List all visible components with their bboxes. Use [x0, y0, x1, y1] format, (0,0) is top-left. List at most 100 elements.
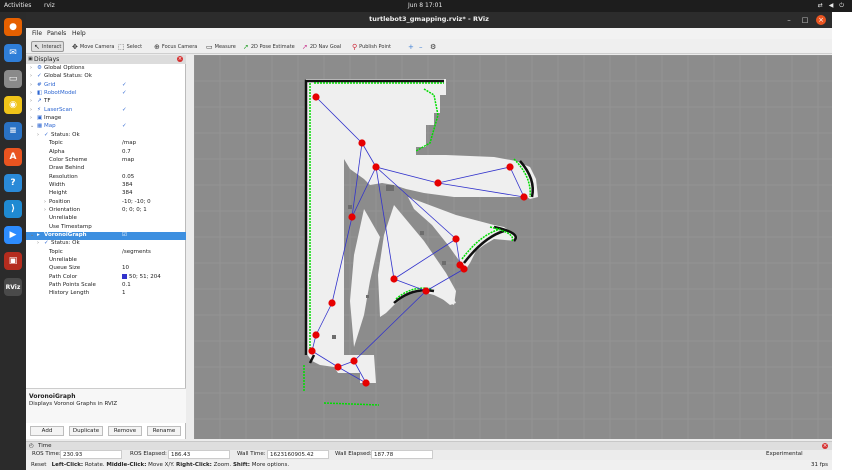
display-tree-row[interactable]: Unreliable: [26, 215, 186, 223]
system-tray[interactable]: ⇄ ◀ ⏻: [818, 2, 846, 10]
display-value[interactable]: ☑: [122, 232, 127, 238]
duplicate-display-button[interactable]: Duplicate: [69, 426, 103, 436]
display-tree-row[interactable]: Use Timestamp: [26, 224, 186, 232]
display-tree-row[interactable]: › ✓ Status: Ok: [26, 132, 186, 140]
display-value[interactable]: ✓: [122, 82, 127, 88]
expand-arrow-icon[interactable]: ›: [37, 132, 39, 138]
display-tree-row[interactable]: › # Grid ✓: [26, 82, 186, 90]
render-viewport[interactable]: [194, 55, 832, 439]
display-tree-row[interactable]: History Length 1: [26, 290, 186, 298]
display-tree-row[interactable]: Height 384: [26, 190, 186, 198]
display-tree-row[interactable]: › ✓ Global Status: Ok: [26, 73, 186, 81]
display-tree-row[interactable]: Unreliable: [26, 257, 186, 265]
expand-arrow-icon[interactable]: ›: [44, 207, 46, 213]
display-tree-row[interactable]: Path Points Scale 0.1: [26, 282, 186, 290]
expand-arrow-icon[interactable]: ›: [30, 90, 32, 96]
add-display-button[interactable]: Add: [30, 426, 64, 436]
display-value[interactable]: 0.05: [122, 174, 134, 180]
display-tree-row[interactable]: Path Color 50; 51; 204: [26, 273, 186, 282]
display-value[interactable]: ✓: [122, 90, 127, 96]
expand-arrow-icon[interactable]: ›: [30, 65, 32, 71]
display-tree-row[interactable]: › ◧ RobotModel ✓: [26, 90, 186, 98]
interact-tool[interactable]: ↖ Interact: [31, 41, 65, 52]
reset-button[interactable]: Reset: [31, 462, 46, 468]
display-value[interactable]: 50; 51; 204: [122, 273, 161, 280]
display-value[interactable]: 384: [122, 190, 133, 196]
firefox-icon[interactable]: ●: [4, 18, 22, 36]
expand-arrow-icon[interactable]: ⌄: [30, 232, 34, 238]
rviz-icon[interactable]: RViz: [4, 278, 22, 296]
display-value[interactable]: 1: [122, 290, 126, 296]
menu-file[interactable]: File: [32, 30, 42, 37]
zoom-icon[interactable]: ▶: [4, 226, 22, 244]
tool-properties-button[interactable]: ⚙: [430, 42, 436, 52]
display-value[interactable]: 0.7: [122, 149, 131, 155]
map-render[interactable]: [194, 55, 832, 439]
publish-point-tool[interactable]: ⚲ Publish Point: [352, 42, 391, 52]
menu-help[interactable]: Help: [72, 30, 86, 37]
display-value[interactable]: -10; -10; 0: [122, 199, 151, 205]
display-value[interactable]: /map: [122, 140, 136, 146]
display-tree-row[interactable]: › ↗ TF: [26, 98, 186, 106]
expand-arrow-icon[interactable]: ›: [30, 115, 32, 121]
vscode-icon[interactable]: ⟩: [4, 200, 22, 218]
display-value[interactable]: map: [122, 157, 134, 163]
files-icon[interactable]: ▭: [4, 70, 22, 88]
close-icon[interactable]: ×: [816, 15, 826, 25]
experimental-checkbox[interactable]: Experimental: [766, 451, 803, 457]
terminal-icon[interactable]: ▣: [4, 252, 22, 270]
display-tree-row[interactable]: Alpha 0.7: [26, 149, 186, 157]
mail-icon[interactable]: ✉: [4, 44, 22, 62]
expand-arrow-icon[interactable]: ›: [30, 107, 32, 113]
measure-tool[interactable]: ▭ Measure: [206, 42, 236, 52]
display-tree-row[interactable]: Draw Behind: [26, 165, 186, 173]
clock[interactable]: Jun 8 17:01: [408, 2, 442, 9]
app-menu[interactable]: rviz: [44, 2, 55, 9]
menu-panels[interactable]: Panels: [47, 30, 66, 37]
remove-tool-button[interactable]: –: [419, 42, 423, 52]
display-value[interactable]: 0; 0; 0; 1: [122, 207, 147, 213]
expand-arrow-icon[interactable]: ⌄: [30, 123, 34, 129]
close-time-panel-icon[interactable]: ×: [822, 443, 828, 449]
activities-button[interactable]: Activities: [4, 2, 31, 9]
writer-icon[interactable]: ≡: [4, 122, 22, 140]
display-value[interactable]: ✓: [122, 107, 127, 113]
display-tree-row[interactable]: › ▣ Image: [26, 115, 186, 123]
display-tree-row[interactable]: › ⚙ Global Options: [26, 65, 186, 73]
display-value[interactable]: 384: [122, 182, 133, 188]
display-tree-row[interactable]: ⌄ ▦ Map ✓: [26, 123, 186, 131]
display-value[interactable]: /segments: [122, 249, 151, 255]
display-value[interactable]: ✓: [122, 123, 127, 129]
display-value[interactable]: 10: [122, 265, 129, 271]
display-tree-row[interactable]: › ✓ Status: Ok: [26, 240, 186, 248]
rhythmbox-icon[interactable]: ◉: [4, 96, 22, 114]
expand-arrow-icon[interactable]: ›: [37, 240, 39, 246]
move-camera-tool[interactable]: ✥ Move Camera: [72, 42, 115, 52]
help-icon[interactable]: ?: [4, 174, 22, 192]
select-tool[interactable]: ⬚ Select: [118, 42, 142, 52]
expand-arrow-icon[interactable]: ›: [30, 98, 32, 104]
software-icon[interactable]: A: [4, 148, 22, 166]
display-tree-row[interactable]: Queue Size 10: [26, 265, 186, 273]
rename-display-button[interactable]: Rename: [147, 426, 181, 436]
pose-estimate-tool[interactable]: ➚ 2D Pose Estimate: [243, 42, 295, 52]
display-value[interactable]: 0.1: [122, 282, 131, 288]
display-tree-row[interactable]: Topic/map: [26, 140, 186, 148]
expand-arrow-icon[interactable]: ›: [30, 73, 32, 79]
display-tree-row[interactable]: ⌄ ▸ VoronoiGraph ☑: [26, 232, 186, 240]
minimize-icon[interactable]: –: [784, 15, 794, 25]
display-tree-row[interactable]: Color Scheme map: [26, 157, 186, 165]
display-tree-row[interactable]: Resolution 0.05: [26, 174, 186, 182]
expand-arrow-icon[interactable]: ›: [44, 199, 46, 205]
expand-arrow-icon[interactable]: ›: [30, 82, 32, 88]
focus-camera-tool[interactable]: ⊕ Focus Camera: [154, 42, 197, 52]
display-tree-row[interactable]: Width 384: [26, 182, 186, 190]
nav-goal-tool[interactable]: ➚ 2D Nav Goal: [302, 42, 341, 52]
close-panel-icon[interactable]: ×: [177, 56, 183, 62]
add-tool-button[interactable]: +: [408, 42, 414, 52]
display-tree-row[interactable]: › ⚡ LaserScan ✓: [26, 107, 186, 115]
maximize-icon[interactable]: □: [800, 15, 810, 25]
remove-display-button[interactable]: Remove: [108, 426, 142, 436]
display-tree-row[interactable]: › Position -10; -10; 0: [26, 199, 186, 207]
display-tree-row[interactable]: › Orientation 0; 0; 0; 1: [26, 207, 186, 215]
